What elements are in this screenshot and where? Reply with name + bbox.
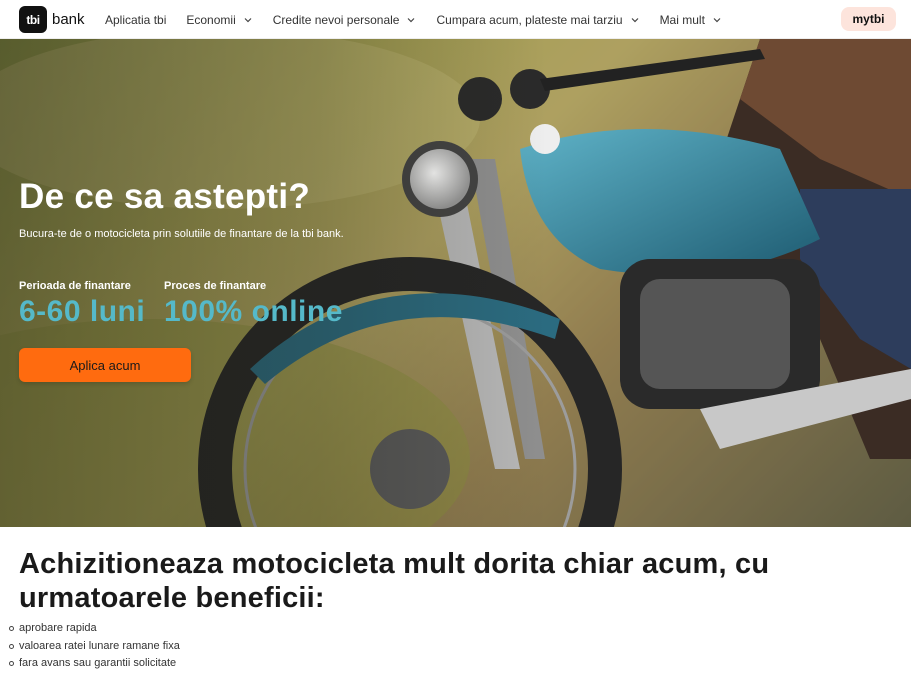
nav-item-label: Cumpara acum, plateste mai tarziu	[436, 12, 623, 27]
nav-item-label: Economii	[186, 12, 236, 27]
list-item: valoarea ratei lunare ramane fixa	[9, 638, 180, 656]
tbi-bank-logo[interactable]: tbi bank	[19, 6, 85, 33]
list-item-text: valoarea ratei lunare ramane fixa	[19, 639, 180, 652]
stat-financing-period: Perioada de finantare 6-60 luni	[19, 280, 145, 329]
nav-item-mai-mult[interactable]: Mai mult	[660, 13, 722, 27]
list-item: aprobare rapida	[9, 620, 180, 638]
nav-item-label: Aplicatia tbi	[105, 12, 167, 27]
bullet-icon	[9, 626, 14, 631]
nav-item-credite-nevoi-personale[interactable]: Credite nevoi personale	[273, 13, 417, 27]
nav-item-label: Credite nevoi personale	[272, 12, 400, 27]
list-item-text: aprobare rapida	[19, 622, 97, 634]
hero-banner: De ce sa astepti? Bucura-te de o motocic…	[0, 39, 911, 527]
stat-financing-process: Proces de finantare 100% online	[164, 280, 343, 329]
hero-subtitle: Bucura-te de o motocicleta prin solutiil…	[19, 228, 344, 240]
bullet-icon	[9, 661, 14, 666]
chevron-down-icon	[630, 15, 640, 25]
stat-label: Proces de finantare	[164, 280, 267, 292]
chevron-down-icon	[712, 15, 722, 25]
nav-item-cumpara-acum[interactable]: Cumpara acum, plateste mai tarziu	[436, 13, 639, 27]
apply-now-button[interactable]: Aplica acum	[19, 348, 191, 382]
list-item-text: fara avans sau garantii solicitate	[19, 657, 177, 669]
bullet-icon	[9, 643, 14, 649]
benefits-list: aprobare rapida valoarea ratei lunare ra…	[9, 620, 180, 673]
mytbi-button[interactable]: mytbi	[841, 7, 896, 31]
top-navigation: tbi bank Aplicatia tbi Economii Credite …	[0, 0, 911, 39]
stat-value: 6-60 luni	[19, 295, 146, 328]
logo-mark: tbi	[19, 6, 47, 33]
chevron-down-icon	[406, 15, 416, 25]
chevron-down-icon	[243, 15, 253, 25]
nav-item-label: Mai mult	[659, 12, 705, 27]
list-item: fara avans sau garantii solicitate	[9, 655, 180, 673]
nav-item-aplicatia-tbi[interactable]: Aplicatia tbi	[105, 13, 166, 27]
stat-value: 100% online	[164, 295, 343, 328]
nav-menu: Aplicatia tbi Economii Credite nevoi per…	[105, 0, 742, 39]
benefits-heading: Achizitioneaza motocicleta mult dorita c…	[19, 548, 770, 614]
hero-title: De ce sa astepti?	[19, 177, 311, 216]
stat-label: Perioada de finantare	[19, 280, 131, 292]
logo-text: bank	[52, 11, 85, 28]
nav-item-economii[interactable]: Economii	[186, 13, 252, 27]
